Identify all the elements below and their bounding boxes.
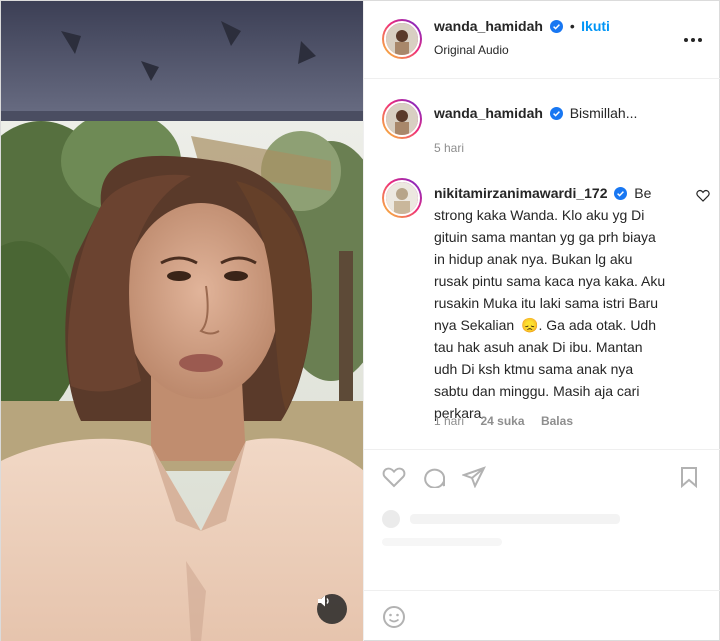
video-frame <box>1 1 363 641</box>
comment-likes[interactable]: 24 suka <box>480 414 524 428</box>
avatar-photo <box>385 182 418 214</box>
comment-line: udh Di ksh ktmu sama anak nya <box>433 361 634 377</box>
author-username[interactable]: wanda_hamidah <box>434 18 543 34</box>
post-header: wanda_hamidah • Ikuti Original Audio <box>363 1 720 79</box>
sad-emoji: 😞 <box>521 317 539 333</box>
comment-line: rusak pintu sama kaca nya kaka. Aku <box>433 273 666 289</box>
comment-icon[interactable] <box>422 466 446 488</box>
caption-text: Bismillah... <box>569 105 638 121</box>
comment-line: gituin sama mantan yg ga prh biaya <box>433 229 656 245</box>
post-sidebar: wanda_hamidah • Ikuti Original Audio wan… <box>362 1 720 641</box>
caption-avatar[interactable] <box>381 99 422 139</box>
follow-button[interactable]: Ikuti <box>581 18 610 34</box>
comment-line: sabtu dan minggu. Masih aja cari <box>433 383 640 399</box>
comment-body: nikitamirzanimawardi_172 Be strong kaka … <box>434 182 694 424</box>
audio-label[interactable]: Original Audio <box>434 43 509 57</box>
audio-toggle-button[interactable] <box>317 594 347 624</box>
comment-line: in hidup anak nya. Bukan lg aku <box>433 251 633 267</box>
post-video[interactable] <box>1 1 363 641</box>
reply-button[interactable]: Balas <box>541 414 573 428</box>
avatar-photo <box>385 23 418 55</box>
heart-icon[interactable] <box>696 189 710 202</box>
commenter-avatar[interactable] <box>381 178 422 218</box>
speaker-icon <box>318 595 329 607</box>
caption-time[interactable]: 5 hari <box>434 141 464 155</box>
author-avatar[interactable] <box>381 19 422 59</box>
caption-username[interactable]: wanda_hamidah <box>434 105 543 121</box>
likes-summary <box>381 510 621 528</box>
verified-badge-icon <box>614 187 628 200</box>
bookmark-icon[interactable] <box>679 466 699 488</box>
comment-line: rusakin Muka itu laki sama istri Baru <box>433 295 659 311</box>
post-modal: wanda_hamidah • Ikuti Original Audio wan… <box>0 0 720 641</box>
separator-dot: • <box>569 18 575 34</box>
emoji-icon[interactable] <box>382 605 406 629</box>
commenter-username[interactable]: nikitamirzanimawardi_172 <box>434 185 608 201</box>
send-icon[interactable] <box>461 466 486 488</box>
comment-time[interactable]: 1 hari <box>434 414 464 428</box>
comment-line: Be <box>634 185 652 201</box>
add-comment-bar <box>363 590 720 628</box>
more-horizontal-icon[interactable] <box>683 31 703 49</box>
verified-badge-icon <box>549 107 563 120</box>
comment-line: strong kaka Wanda. Klo aku yg Di <box>433 207 645 223</box>
verified-badge-icon <box>550 20 564 33</box>
post-footer <box>363 449 720 641</box>
timestamp-placeholder <box>381 538 502 546</box>
avatar-photo <box>385 103 418 135</box>
comment-line: . Ga ada otak. Udh <box>538 317 657 333</box>
comment-line: tau hak asuh anak Di ibu. Mantan <box>433 339 643 355</box>
comment-line: nya Sekalian <box>433 317 515 333</box>
heart-icon[interactable] <box>382 466 406 488</box>
